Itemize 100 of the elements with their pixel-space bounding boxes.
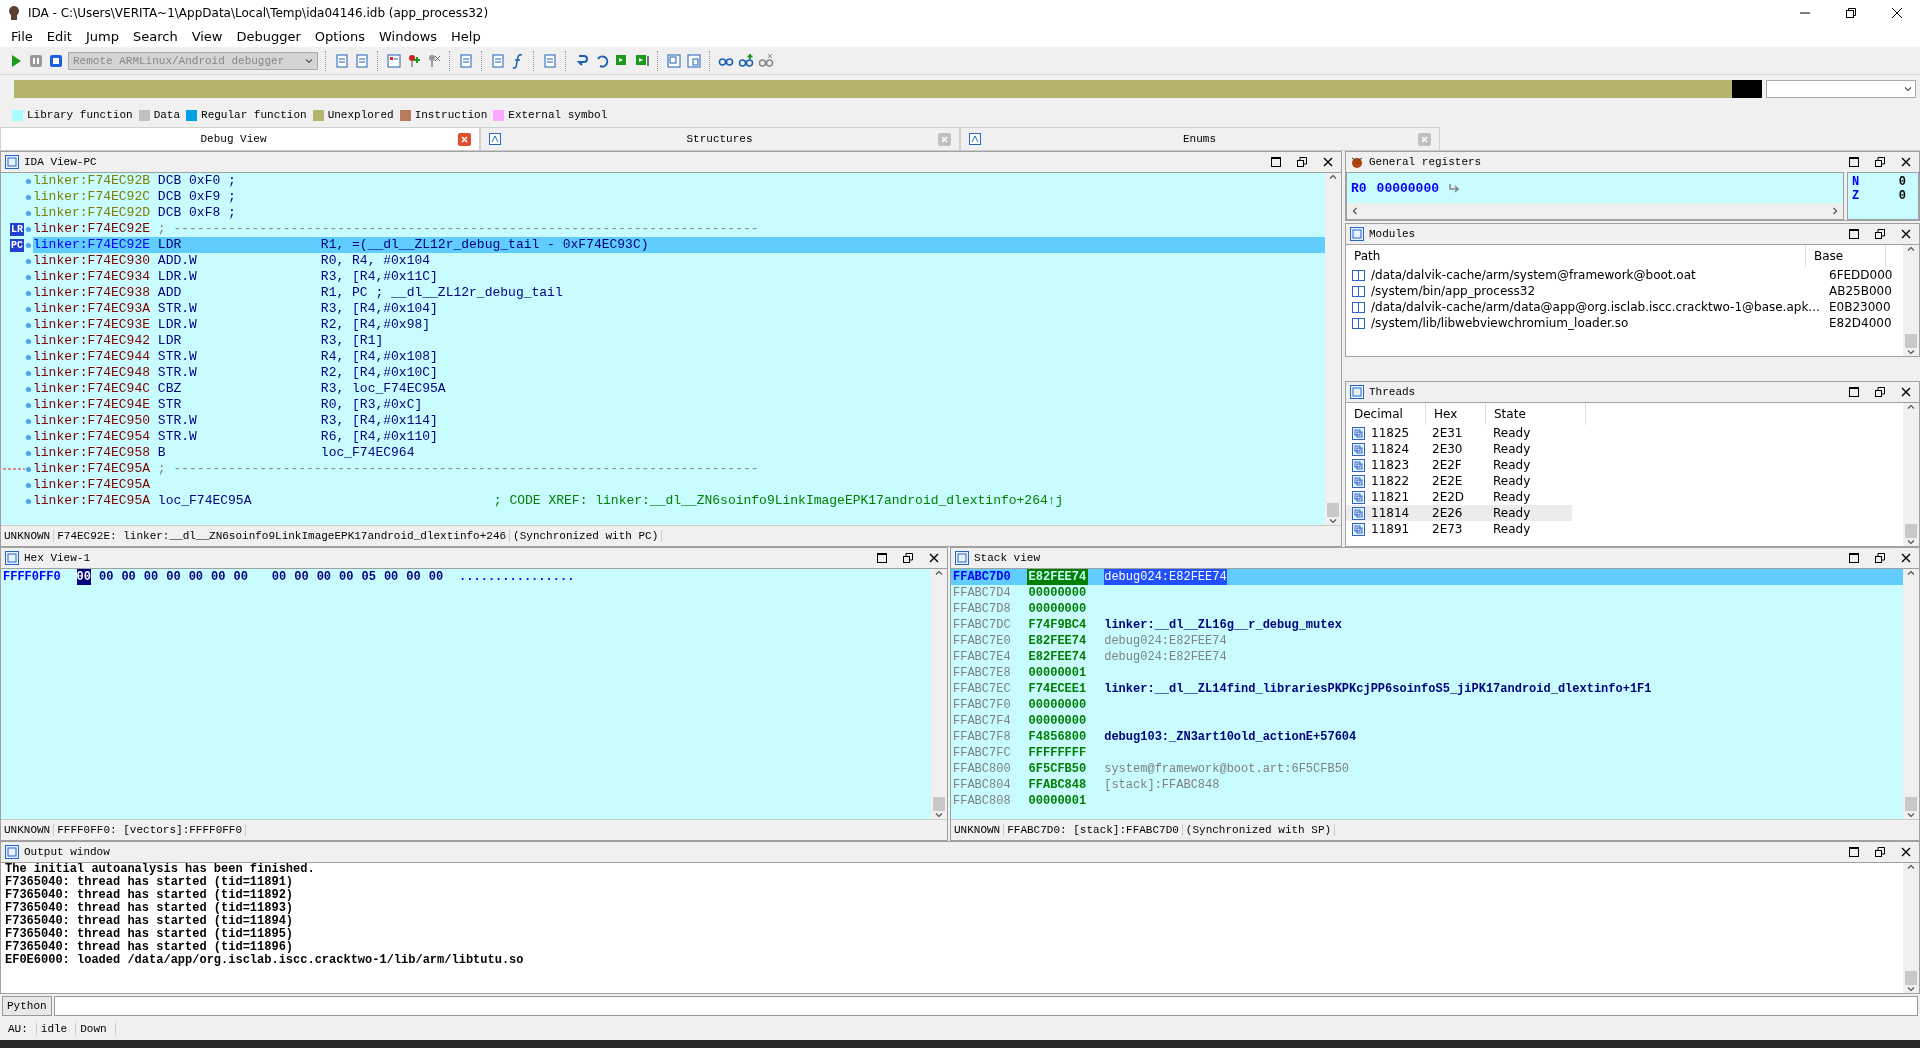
- thread-row[interactable]: 11814 2E26 Ready: [1346, 505, 1572, 521]
- run-to-icon[interactable]: [634, 52, 650, 69]
- menu-item[interactable]: Search: [125, 29, 185, 44]
- disassembly-line[interactable]: linker:F74EC92D DCB 0xF8 ;: [33, 205, 1325, 221]
- chevron-icon[interactable]: [1831, 207, 1839, 215]
- scrollbar-thumb[interactable]: [1905, 334, 1917, 348]
- scrollbar-thumb[interactable]: [1327, 503, 1339, 517]
- python-button[interactable]: Python: [2, 996, 52, 1016]
- stack-reference[interactable]: [stack]:FFABC848: [1104, 777, 1220, 793]
- disassembly-line[interactable]: linker:F74EC93E LDR.W R2, [R4,#0x98]: [33, 317, 1325, 333]
- stack-row[interactable]: FFABC7E8 00000001: [951, 665, 1903, 681]
- stack-row[interactable]: FFABC7FC FFFFFFFF: [951, 745, 1903, 761]
- chevron-icon[interactable]: [1907, 348, 1915, 356]
- chevron-icon[interactable]: [1907, 569, 1915, 577]
- hex-byte[interactable]: 00: [383, 569, 399, 585]
- chevron-icon[interactable]: [1907, 811, 1915, 819]
- disassembly-line[interactable]: linker:F74EC958 B loc_F74EC964: [33, 445, 1325, 461]
- hex-byte[interactable]: 00: [76, 569, 91, 585]
- close-icon[interactable]: [1901, 157, 1911, 167]
- stack-reference[interactable]: debug024:E82FEE74: [1104, 633, 1227, 649]
- hex-byte[interactable]: 00: [428, 569, 444, 585]
- scrollbar-thumb[interactable]: [1905, 971, 1917, 985]
- document-icon[interactable]: [542, 52, 558, 69]
- scrollbar[interactable]: [1347, 203, 1843, 219]
- flag-value[interactable]: 0: [1898, 189, 1906, 203]
- hex-byte[interactable]: 05: [361, 569, 376, 585]
- stack-reference[interactable]: debug103:_ZN3art10old_actionE+57604: [1104, 729, 1357, 745]
- hex-byte[interactable]: 00: [294, 569, 309, 585]
- hex-byte[interactable]: 00: [99, 569, 114, 585]
- hex-byte[interactable]: 00: [233, 569, 248, 585]
- disassembly-line[interactable]: linker:F74EC95A ; ---------------------------------------------------------------------------: [33, 461, 1325, 477]
- maximize-icon[interactable]: [1849, 847, 1859, 857]
- chevron-icon[interactable]: [1329, 173, 1337, 181]
- chevron-icon[interactable]: [1907, 538, 1915, 546]
- stack-row[interactable]: FFABC7E0 E82FEE74 debug024:E82FEE74: [951, 633, 1903, 649]
- document-icon[interactable]: [334, 52, 350, 69]
- restore-icon[interactable]: [1297, 157, 1307, 167]
- chevron-icon[interactable]: [1907, 245, 1915, 253]
- stack-row[interactable]: FFABC804 FFABC848 [stack]:FFABC848: [951, 777, 1903, 793]
- column-header[interactable]: Base: [1806, 245, 1886, 267]
- thread-row[interactable]: 11822 2E2E Ready: [1346, 473, 1572, 489]
- windows-icon[interactable]: [666, 52, 682, 69]
- chevron-icon[interactable]: [1907, 863, 1915, 871]
- disassembly-line[interactable]: linker:F74EC95A: [33, 477, 1325, 493]
- stack-reference[interactable]: debug024:E82FEE74: [1104, 649, 1227, 665]
- disassembly-line[interactable]: linker:F74EC950 STR.W R3, [R4,#0x114]: [33, 413, 1325, 429]
- pin-plus-icon[interactable]: [406, 52, 422, 69]
- disassembly-line[interactable]: linker:F74EC93A STR.W R3, [R4,#0x104]: [33, 301, 1325, 317]
- hex-byte[interactable]: 00: [339, 569, 354, 585]
- thread-row[interactable]: 11821 2E2D Ready: [1346, 489, 1572, 505]
- menu-item[interactable]: View: [184, 29, 230, 44]
- hex-byte[interactable]: 00: [406, 569, 421, 585]
- maximize-icon[interactable]: [877, 553, 887, 563]
- menu-item[interactable]: Help: [444, 29, 488, 44]
- navigation-dropdown[interactable]: [1766, 80, 1916, 98]
- scrollbar[interactable]: [1903, 245, 1919, 356]
- column-header[interactable]: Hex: [1426, 403, 1486, 425]
- disassembly-line[interactable]: linker:F74EC938 ADD R1, PC ; __dl__ZL12r_debug_tail: [33, 285, 1325, 301]
- disassembly-line[interactable]: linker:F74EC942 LDR R3, [R1]: [33, 333, 1325, 349]
- chevron-icon[interactable]: [935, 569, 943, 577]
- restore-icon[interactable]: [1875, 847, 1885, 857]
- restore-icon[interactable]: [1875, 157, 1885, 167]
- maximize-icon[interactable]: [1849, 387, 1859, 397]
- glasses-plus-icon[interactable]: [738, 52, 754, 69]
- restore-icon[interactable]: [1875, 229, 1885, 239]
- disassembly-line[interactable]: linker:F74EC94C CBZ R3, loc_F74EC95A: [33, 381, 1325, 397]
- thread-row[interactable]: 11825 2E31 Ready: [1346, 425, 1572, 441]
- close-icon[interactable]: [929, 553, 939, 563]
- maximize-icon[interactable]: [1849, 553, 1859, 563]
- scrollbar[interactable]: [1903, 863, 1919, 993]
- column-header[interactable]: State: [1486, 403, 1586, 425]
- restore-icon[interactable]: [903, 553, 913, 563]
- scrollbar[interactable]: [1325, 173, 1341, 525]
- disassembly-line[interactable]: linker:F74EC944 STR.W R4, [R4,#0x108]: [33, 349, 1325, 365]
- thread-row[interactable]: 11824 2E30 Ready: [1346, 441, 1572, 457]
- glasses-cross-icon[interactable]: [758, 52, 774, 69]
- disassembly-line[interactable]: linker:F74EC92B DCB 0xF0 ;: [33, 173, 1325, 189]
- thread-row[interactable]: 11891 2E73 Ready: [1346, 521, 1572, 537]
- restore-icon[interactable]: [1875, 387, 1885, 397]
- document-icon[interactable]: [490, 52, 506, 69]
- stack-reference[interactable]: system@framework@boot.art:6F5CFB50: [1104, 761, 1350, 777]
- chevron-icon[interactable]: [1904, 85, 1912, 93]
- disassembly-line[interactable]: linker:F74EC948 STR.W R2, [R4,#0x10C]: [33, 365, 1325, 381]
- tab[interactable]: Debug View: [0, 127, 480, 150]
- pause-icon[interactable]: [28, 52, 44, 69]
- stack-row[interactable]: FFABC7E4 E82FEE74 debug024:E82FEE74: [951, 649, 1903, 665]
- stop-icon[interactable]: [48, 52, 64, 69]
- pin-cross-icon[interactable]: [426, 52, 442, 69]
- stack-row[interactable]: FFABC7D8 00000000: [951, 601, 1903, 617]
- stack-row[interactable]: FFABC7D0 E82FEE74 debug024:E82FEE74: [951, 569, 1903, 585]
- stack-row[interactable]: FFABC808 00000001: [951, 793, 1903, 809]
- stack-row[interactable]: FFABC800 6F5CFB50 system@framework@boot.art:6F5CFB50: [951, 761, 1903, 777]
- disassembly-line[interactable]: linker:F74EC930 ADD.W R0, R4, #0x104: [33, 253, 1325, 269]
- maximize-icon[interactable]: [1849, 157, 1859, 167]
- stack-row[interactable]: FFABC7F0 00000000: [951, 697, 1903, 713]
- menu-item[interactable]: File: [4, 29, 40, 44]
- thread-row[interactable]: 11823 2E2F Ready: [1346, 457, 1572, 473]
- stack-row[interactable]: FFABC7DC F74F9BC4 linker:__dl__ZL16g__r_debug_mutex: [951, 617, 1903, 633]
- column-header[interactable]: Decimal: [1346, 403, 1426, 425]
- hex-byte[interactable]: 00: [316, 569, 332, 585]
